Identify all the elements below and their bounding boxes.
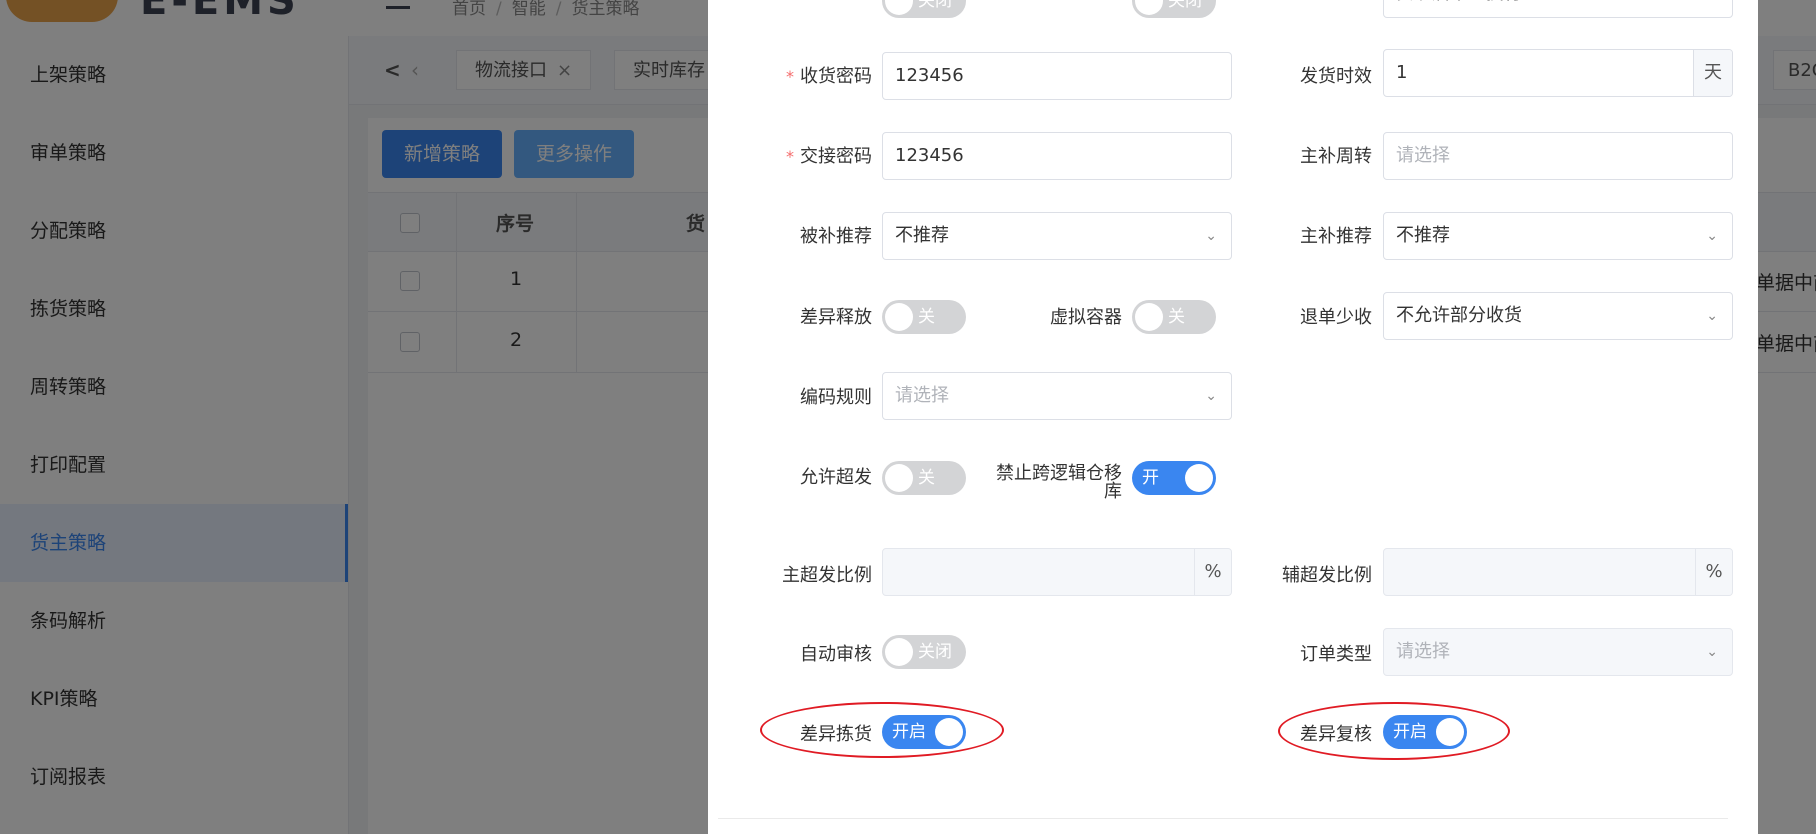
main-turnover-label: 主补周转 bbox=[1300, 146, 1372, 167]
ship-timeliness-label: 发货时效 bbox=[1300, 66, 1372, 87]
switch-text: 关 bbox=[918, 468, 935, 488]
chevron-down-icon: ⌄ bbox=[1205, 388, 1217, 404]
auto-review-switch[interactable]: 关闭 bbox=[882, 635, 966, 669]
select-value: 不允许部分收货 bbox=[1396, 305, 1522, 326]
percent-unit: % bbox=[1695, 549, 1732, 595]
switch-text: 关 bbox=[1168, 307, 1185, 327]
chevron-down-icon: ⌄ bbox=[1205, 228, 1217, 244]
switch-knob bbox=[885, 638, 913, 666]
select-placeholder: 请选择 bbox=[1396, 641, 1450, 662]
handover-password-input[interactable]: 123456 bbox=[882, 132, 1232, 180]
main-recommend-select[interactable]: 不推荐 ⌄ bbox=[1383, 212, 1733, 260]
top-right-input[interactable]: 安现后来业执行 bbox=[1383, 0, 1733, 18]
switch-knob bbox=[1135, 0, 1163, 15]
switch-text: 关闭 bbox=[918, 0, 952, 11]
coding-rule-label: 编码规则 bbox=[800, 387, 872, 408]
main-recommend-label: 主补推荐 bbox=[1300, 226, 1372, 247]
chevron-down-icon: ⌄ bbox=[1706, 228, 1718, 244]
receive-password-label: * 收货密码 bbox=[786, 66, 872, 87]
replenished-recommend-select[interactable]: 不推荐 ⌄ bbox=[882, 212, 1232, 260]
switch-knob bbox=[885, 0, 913, 15]
label-line: 库 bbox=[1104, 481, 1122, 502]
main-overship-ratio-input: % bbox=[882, 548, 1232, 596]
switch-knob bbox=[885, 464, 913, 492]
aux-overship-ratio-label: 辅超发比例 bbox=[1282, 565, 1372, 586]
switch-text: 开 bbox=[1142, 468, 1159, 488]
day-unit: 天 bbox=[1693, 50, 1732, 96]
top-left-switch[interactable]: 关闭 bbox=[882, 0, 966, 18]
select-value: 不推荐 bbox=[1396, 225, 1450, 246]
switch-text: 关 bbox=[918, 307, 935, 327]
main-overship-ratio-label: 主超发比例 bbox=[782, 565, 872, 586]
select-placeholder: 请选择 bbox=[895, 385, 949, 406]
chevron-down-icon: ⌄ bbox=[1706, 644, 1718, 660]
switch-text: 关闭 bbox=[918, 642, 952, 662]
switch-knob bbox=[885, 303, 913, 331]
allow-overship-label: 允许超发 bbox=[800, 467, 872, 488]
order-type-select: 请选择 ⌄ bbox=[1383, 628, 1733, 676]
switch-knob bbox=[1185, 464, 1213, 492]
top-mid-switch[interactable]: 关闭 bbox=[1132, 0, 1216, 18]
percent-unit: % bbox=[1194, 549, 1231, 595]
virtual-container-switch[interactable]: 关 bbox=[1132, 300, 1216, 334]
label-line: 禁止跨逻辑仓移 bbox=[996, 463, 1122, 484]
allow-overship-switch[interactable]: 关 bbox=[882, 461, 966, 495]
diff-release-label: 差异释放 bbox=[800, 307, 872, 328]
forbid-cross-warehouse-switch[interactable]: 开 bbox=[1132, 461, 1216, 495]
highlight-ellipse bbox=[1278, 702, 1510, 760]
dialog-divider bbox=[718, 818, 1728, 819]
order-type-label: 订单类型 bbox=[1300, 644, 1372, 665]
switch-knob bbox=[1135, 303, 1163, 331]
owner-strategy-dialog: 关闭 关闭 安现后来业执行 *收货密码 123456 发货时效 1 天 *交接密… bbox=[708, 0, 1758, 834]
receive-password-input[interactable]: 123456 bbox=[882, 52, 1232, 100]
switch-text: 关闭 bbox=[1168, 0, 1202, 11]
coding-rule-select[interactable]: 请选择 ⌄ bbox=[882, 372, 1232, 420]
auto-review-label: 自动审核 bbox=[800, 644, 872, 665]
required-mark: * bbox=[786, 147, 794, 166]
select-value: 不推荐 bbox=[895, 225, 949, 246]
virtual-container-label: 虚拟容器 bbox=[1050, 307, 1122, 328]
ship-timeliness-value: 1 bbox=[1396, 62, 1408, 83]
handover-password-label: * 交接密码 bbox=[786, 146, 872, 167]
ship-timeliness-input[interactable]: 1 天 bbox=[1383, 49, 1733, 97]
forbid-cross-warehouse-label: 禁止跨逻辑仓移 库 bbox=[978, 465, 1122, 501]
main-turnover-select[interactable]: 请选择 bbox=[1383, 132, 1733, 180]
chevron-down-icon: ⌄ bbox=[1706, 308, 1718, 324]
diff-release-switch[interactable]: 关 bbox=[882, 300, 966, 334]
required-mark: * bbox=[786, 67, 794, 86]
replenished-recommend-label: 被补推荐 bbox=[800, 226, 872, 247]
aux-overship-ratio-input: % bbox=[1383, 548, 1733, 596]
highlight-ellipse bbox=[760, 702, 1004, 758]
return-short-select[interactable]: 不允许部分收货 ⌄ bbox=[1383, 292, 1733, 340]
return-short-label: 退单少收 bbox=[1300, 307, 1372, 328]
